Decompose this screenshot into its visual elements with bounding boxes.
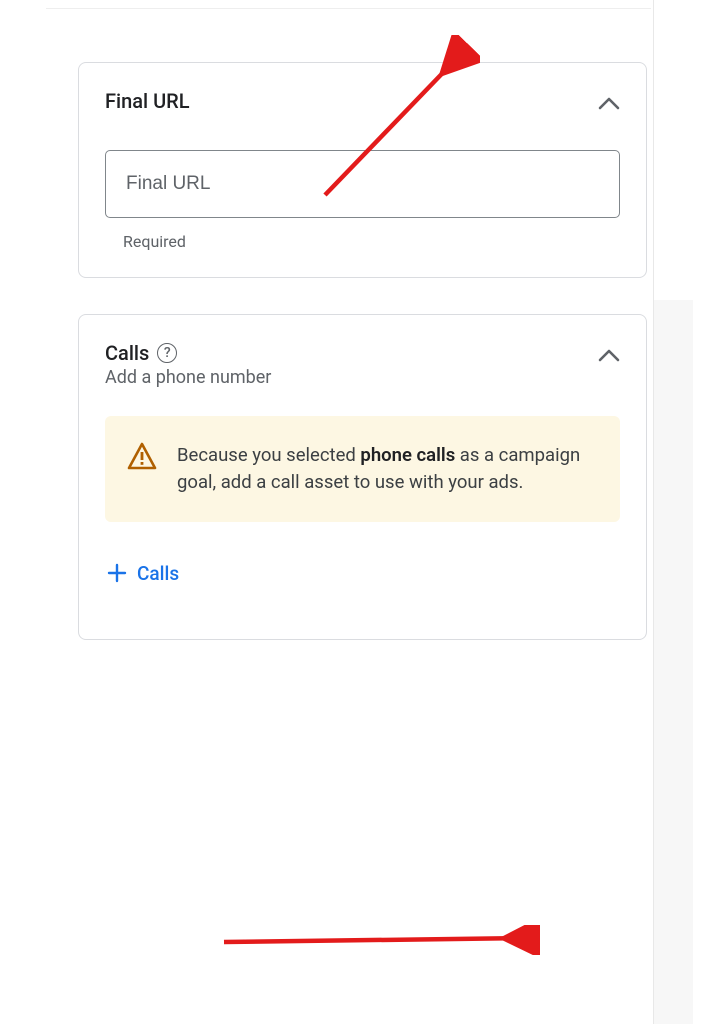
calls-warning-text: Because you selected phone calls as a ca… [177, 442, 598, 496]
calls-warning-box: Because you selected phone calls as a ca… [105, 416, 620, 522]
calls-card-header: Calls ? Add a phone number [105, 341, 620, 388]
top-divider [46, 8, 651, 9]
warning-triangle-icon [127, 442, 157, 496]
add-calls-button[interactable]: Calls [105, 556, 181, 591]
calls-header-text: Calls ? Add a phone number [105, 341, 271, 388]
final-url-input-wrap: Required [105, 150, 620, 251]
final-url-card-header: Final URL [105, 89, 620, 114]
calls-title: Calls [105, 341, 149, 365]
calls-title-row: Calls ? [105, 341, 271, 365]
annotation-arrow-bottom [210, 925, 540, 955]
calls-card: Calls ? Add a phone number Because you s… [78, 314, 647, 640]
add-calls-label: Calls [137, 562, 179, 585]
calls-subtitle: Add a phone number [105, 367, 271, 388]
side-panel [653, 0, 693, 1024]
final-url-title: Final URL [105, 89, 190, 113]
final-url-helper: Required [123, 232, 620, 251]
chevron-up-icon[interactable] [598, 347, 620, 366]
final-url-input[interactable] [105, 150, 620, 218]
side-panel-shade [654, 300, 693, 1024]
alert-prefix: Because you selected [177, 444, 360, 466]
chevron-up-icon[interactable] [598, 95, 620, 114]
final-url-card: Final URL Required [78, 62, 647, 278]
plus-icon [107, 563, 127, 583]
alert-bold: phone calls [360, 444, 455, 466]
help-icon[interactable]: ? [157, 343, 177, 363]
